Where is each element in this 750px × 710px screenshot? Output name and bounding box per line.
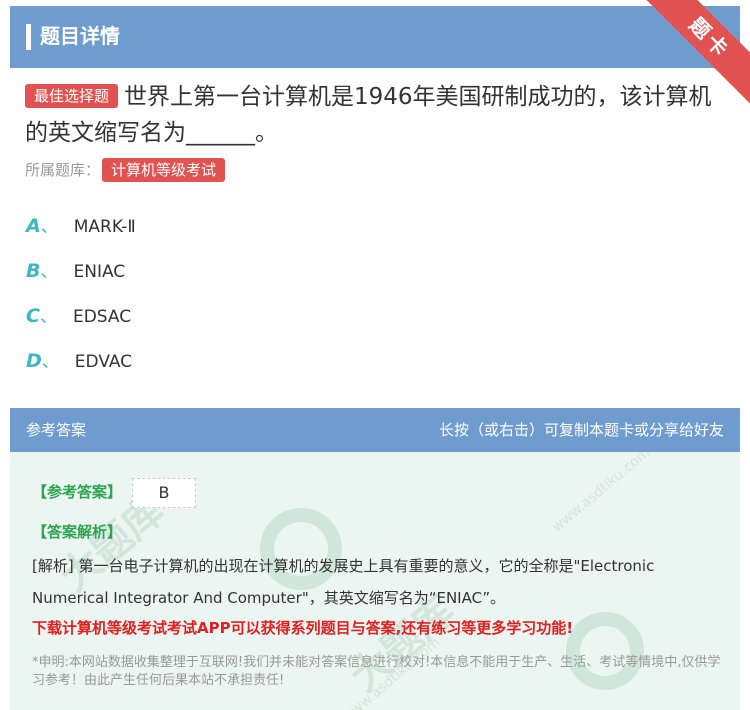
answer-header: 参考答案 长按（或右击）可复制本题卡或分享给好友 xyxy=(10,408,740,452)
answer-section-title: 参考答案 xyxy=(26,421,87,439)
option-text: EDSAC xyxy=(72,307,132,327)
option-letter: C xyxy=(26,305,40,327)
page-header: 题目详情 xyxy=(10,6,740,68)
answer-value: B xyxy=(132,478,196,508)
app-download-promo[interactable]: 下载计算机等级考试考试APP可以获得系列题目与答案,还有练习等更多学习功能! xyxy=(32,616,573,640)
option-a[interactable]: A、 MARK-Ⅱ xyxy=(26,212,136,240)
question-type-badge: 最佳选择题 xyxy=(25,84,119,108)
disclaimer-text: *申明:本网站数据收集整理于互联网!我们并未能对答案信息进行校对!本信息不能用于… xyxy=(32,655,721,688)
option-separator: 、 xyxy=(41,352,59,372)
question-text: 世界上第一台计算机是1946年美国研制成功的，该计算机的英文缩写名为______… xyxy=(25,84,712,146)
option-b[interactable]: B、 ENIAC xyxy=(26,257,125,285)
option-text: ENIAC xyxy=(73,262,126,282)
option-separator: 、 xyxy=(40,262,58,282)
option-text: MARK-Ⅱ xyxy=(73,217,136,237)
answer-body: 大题库 大题库 www.asdtiku.com www.asdtiku.com … xyxy=(10,452,740,710)
header-accent-bar xyxy=(26,24,31,50)
question-block: 最佳选择题 世界上第一台计算机是1946年美国研制成功的，该计算机的英文缩写名为_… xyxy=(25,79,725,151)
category-label: 所属题库： xyxy=(25,161,101,179)
option-separator: 、 xyxy=(39,307,57,327)
option-d[interactable]: D、 EDVAC xyxy=(26,347,132,375)
category-badge[interactable]: 计算机等级考试 xyxy=(102,158,226,182)
page-title: 题目详情 xyxy=(40,24,120,48)
option-c[interactable]: C、 EDSAC xyxy=(26,302,131,330)
analysis-text: [解析] 第一台电子计算机的出现在计算机的发展史上具有重要的意义，它的全称是"E… xyxy=(32,557,655,607)
share-hint: 长按（或右击）可复制本题卡或分享给好友 xyxy=(438,421,724,439)
option-letter: B xyxy=(26,260,41,282)
option-text: EDVAC xyxy=(74,352,133,372)
option-letter: A xyxy=(26,215,41,237)
category-row: 所属题库： 计算机等级考试 xyxy=(25,158,231,182)
analysis-label: 【答案解析】 xyxy=(32,523,123,541)
option-letter: D xyxy=(26,350,42,372)
option-separator: 、 xyxy=(40,217,58,237)
answer-label: 【参考答案】 xyxy=(32,483,123,501)
watermark-site: www.asdtiku.com xyxy=(549,452,654,536)
